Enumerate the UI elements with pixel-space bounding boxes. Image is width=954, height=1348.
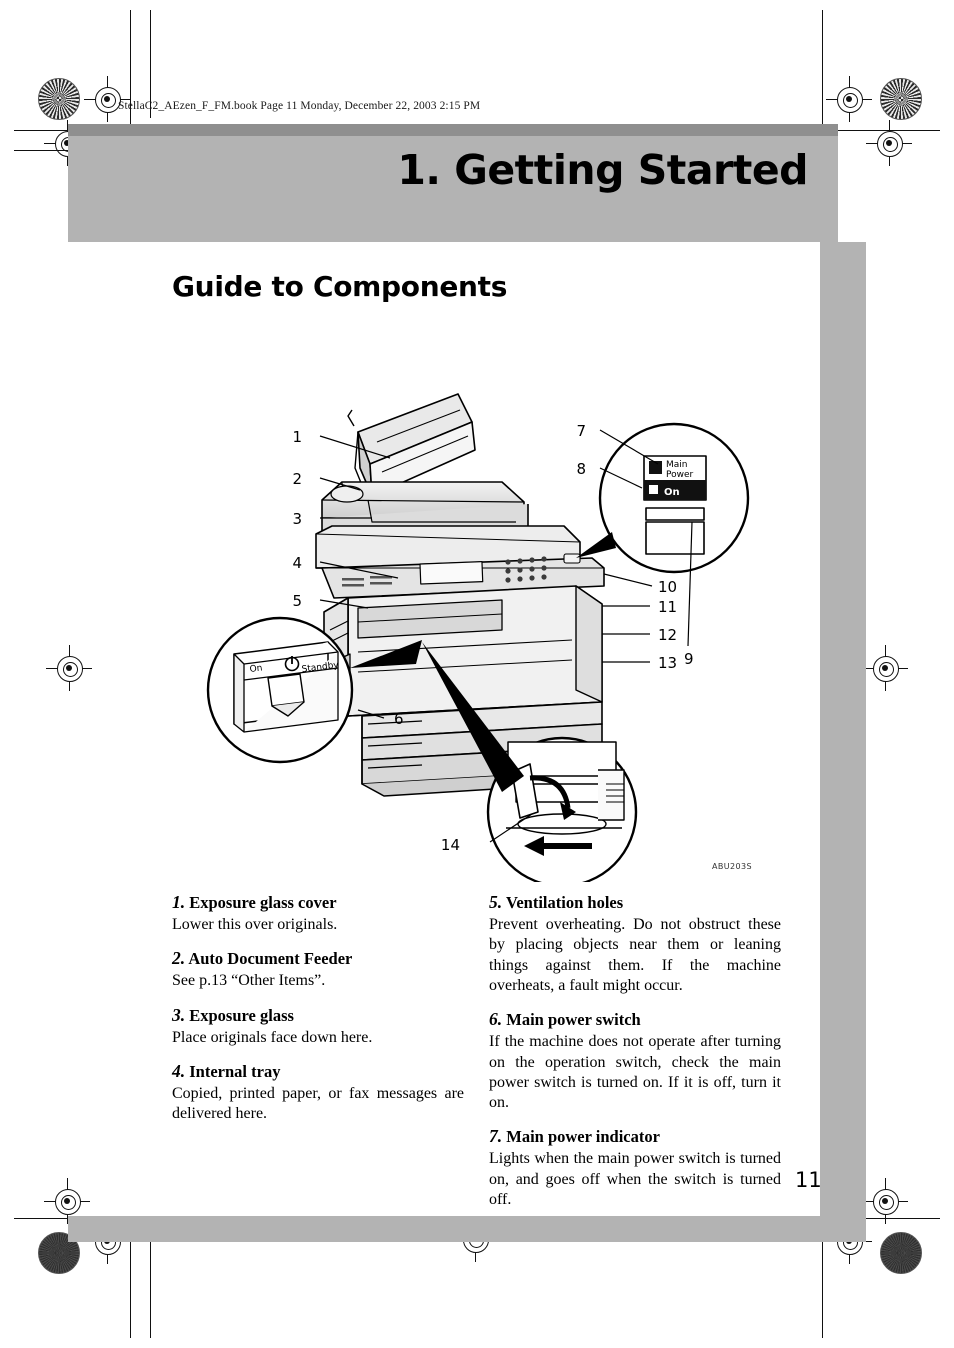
component-item-5: 5. Ventilation holes Prevent overheating… bbox=[489, 892, 781, 996]
components-illustration: 1 2 3 4 5 6 7 8 9 10 11 12 13 14 Main Po… bbox=[172, 372, 812, 882]
component-item-7-title: 7. Main power indicator bbox=[489, 1126, 781, 1147]
main-power-on-label: On bbox=[664, 487, 680, 498]
registration-rosette-top-left bbox=[38, 78, 80, 120]
component-item-7-number: 7. bbox=[489, 1126, 503, 1147]
crop-line-top-v bbox=[130, 10, 132, 130]
component-item-6-number: 6. bbox=[489, 1009, 503, 1030]
component-item-7-body: Lights when the main power switch is tur… bbox=[489, 1150, 781, 1209]
file-header-line: StellaC2_AEzen_F_FM.book Page 11 Monday,… bbox=[118, 100, 481, 112]
crosshair-mark-right-middle bbox=[862, 645, 908, 691]
component-item-3: 3. Exposure glass Place originals face d… bbox=[172, 1005, 464, 1048]
components-list-right-column: 5. Ventilation holes Prevent overheating… bbox=[489, 892, 781, 1223]
component-item-3-label: Exposure glass bbox=[189, 1005, 294, 1025]
callout-10: 10 bbox=[658, 578, 677, 596]
callout-5: 5 bbox=[292, 592, 302, 610]
callout-13: 13 bbox=[658, 654, 677, 672]
page-number: 11 bbox=[795, 1168, 822, 1192]
callout-4: 4 bbox=[292, 554, 302, 572]
chapter-title: 1. Getting Started bbox=[397, 146, 808, 194]
component-item-6-title: 6. Main power switch bbox=[489, 1009, 781, 1030]
component-item-2: 2. Auto Document Feeder See p.13 “Other … bbox=[172, 948, 464, 991]
crosshair-mark-top-left bbox=[84, 76, 130, 122]
auto-document-feeder-shape bbox=[321, 481, 529, 533]
component-item-5-body: Prevent overheating. Do not obstruct the… bbox=[489, 915, 781, 994]
callout-6: 6 bbox=[394, 710, 404, 728]
component-item-4-title: 4. Internal tray bbox=[172, 1061, 464, 1082]
component-item-1-title: 1. Exposure glass cover bbox=[172, 892, 464, 913]
component-item-1-label: Exposure glass cover bbox=[189, 893, 337, 912]
component-item-4: 4. Internal tray Copied, printed paper, … bbox=[172, 1061, 464, 1125]
component-item-2-number: 2. bbox=[172, 948, 186, 969]
detail-circle-main-power bbox=[598, 422, 750, 574]
component-item-5-title: 5. Ventilation holes bbox=[489, 892, 781, 913]
component-item-1-number: 1. bbox=[172, 892, 186, 912]
figure-reference-code: ABU203S bbox=[712, 862, 752, 871]
chapter-band-top-rule bbox=[68, 124, 838, 136]
component-item-3-number: 3. bbox=[172, 1004, 186, 1025]
component-item-6-label: Main power switch bbox=[506, 1010, 641, 1030]
machine-body-shape bbox=[347, 585, 603, 717]
crop-line-bottom-v2 bbox=[150, 1240, 152, 1338]
components-list-left-column: 1. Exposure glass cover Lower this over … bbox=[172, 892, 464, 1137]
callout-9: 9 bbox=[684, 650, 694, 668]
callout-2: 2 bbox=[292, 470, 302, 488]
component-item-5-number: 5. bbox=[489, 892, 503, 912]
component-item-1-body: Lower this over originals. bbox=[172, 915, 338, 933]
component-item-5-label: Ventilation holes bbox=[505, 893, 624, 912]
crosshair-mark-top-right bbox=[826, 76, 872, 122]
component-item-2-title: 2. Auto Document Feeder bbox=[172, 948, 464, 969]
page-side-band bbox=[820, 242, 866, 1242]
crosshair-mark-top-right-inner bbox=[866, 120, 912, 166]
component-item-6-body: If the machine does not operate after tu… bbox=[489, 1033, 781, 1112]
callout-8: 8 bbox=[576, 460, 586, 478]
component-item-4-number: 4. bbox=[172, 1060, 186, 1081]
crop-line-top-right-v bbox=[822, 10, 824, 130]
component-item-6: 6. Main power switch If the machine does… bbox=[489, 1009, 781, 1113]
callout-12: 12 bbox=[658, 626, 677, 644]
main-power-label-line2: Power bbox=[666, 470, 694, 480]
callout-11: 11 bbox=[658, 598, 677, 616]
component-item-7: 7. Main power indicator Lights when the … bbox=[489, 1126, 781, 1210]
component-item-3-title: 3. Exposure glass bbox=[172, 1005, 464, 1026]
callout-7: 7 bbox=[576, 422, 586, 440]
crop-line-top-right-h bbox=[820, 130, 940, 132]
component-item-7-label: Main power indicator bbox=[506, 1127, 660, 1147]
component-item-4-label: Internal tray bbox=[189, 1061, 281, 1081]
component-item-3-body: Place originals face down here. bbox=[172, 1028, 373, 1046]
callout-1: 1 bbox=[292, 428, 302, 446]
callout-14: 14 bbox=[441, 836, 460, 854]
component-item-1: 1. Exposure glass cover Lower this over … bbox=[172, 892, 464, 935]
detail-circle-power-switch bbox=[206, 616, 354, 764]
section-heading: Guide to Components bbox=[172, 270, 508, 303]
registration-rosette-top-right bbox=[880, 78, 922, 120]
component-item-2-label: Auto Document Feeder bbox=[188, 949, 353, 969]
switch-on-label: On bbox=[249, 663, 263, 674]
registration-rosette-bottom-right bbox=[880, 1232, 922, 1274]
main-power-label-line1: Main bbox=[666, 460, 688, 470]
callout-3: 3 bbox=[292, 510, 302, 528]
component-item-2-body: See p.13 “Other Items”. bbox=[172, 972, 326, 990]
crosshair-mark-left-middle bbox=[46, 645, 92, 691]
component-item-4-body: Copied, printed paper, or fax messages a… bbox=[172, 1084, 464, 1123]
